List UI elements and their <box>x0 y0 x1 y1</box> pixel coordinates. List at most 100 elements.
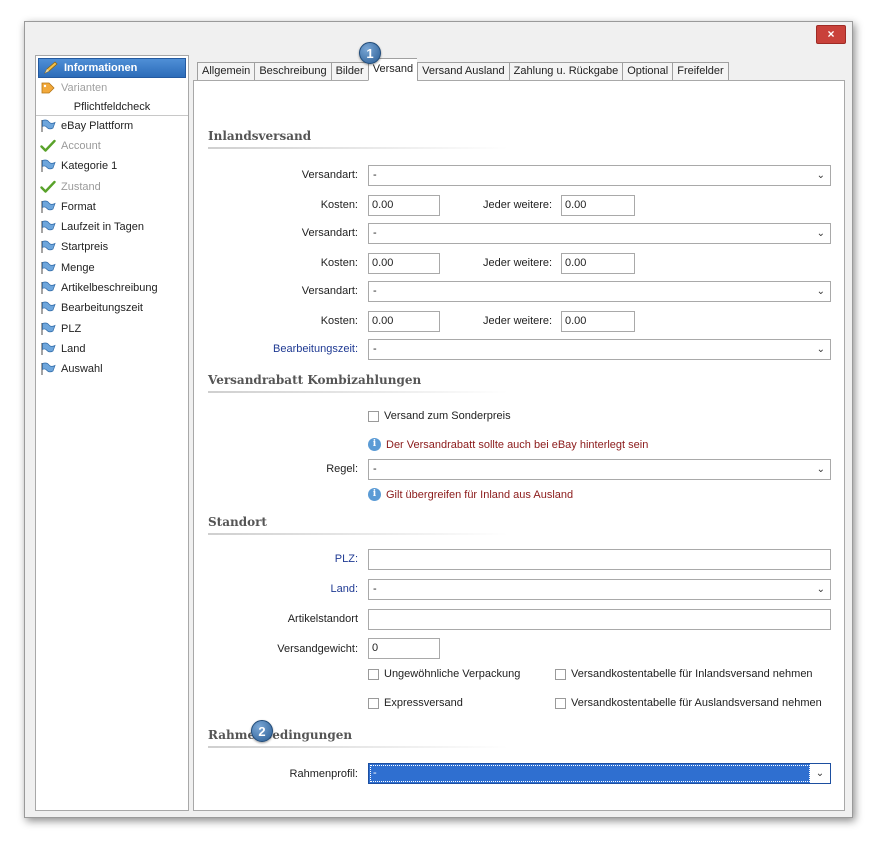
checkmark-icon <box>40 139 58 153</box>
pencil-icon <box>43 61 61 75</box>
jeder-weitere-label: Jeder weitere: <box>483 257 553 269</box>
land-select[interactable]: - ⌄ <box>368 579 831 600</box>
flag-icon <box>40 342 58 356</box>
checkmark-icon <box>40 180 58 194</box>
versandart-label: Versandart: <box>301 169 358 181</box>
required-field-list: eBay Plattform Account Kategorie 1 Zustand F… <box>36 116 188 380</box>
section-divider <box>208 746 508 748</box>
versandgewicht-input[interactable]: 0 <box>368 638 440 659</box>
land-label: Land: <box>330 583 358 595</box>
flag-icon <box>40 301 58 315</box>
sidebar-check-item[interactable]: Artikelbeschreibung <box>36 278 188 298</box>
tab-versand-ausland[interactable]: Versand Ausland <box>417 62 509 81</box>
rahmenprofil-select[interactable]: - ⌄ <box>368 763 831 784</box>
sidebar-item-label: Menge <box>61 261 95 274</box>
chevron-down-icon: ⌄ <box>816 286 825 297</box>
kosten-label: Kosten: <box>320 315 358 327</box>
sidebar-item-varianten[interactable]: Varianten <box>36 78 188 99</box>
checkbox-box[interactable] <box>368 410 379 422</box>
kosten-label: Kosten: <box>320 257 358 269</box>
regel-select[interactable]: - ⌄ <box>368 459 831 480</box>
auslandstabelle-checkbox[interactable]: Versandkostentabelle für Auslandsversand… <box>555 697 822 709</box>
sonderpreis-checkbox[interactable]: Versand zum Sonderpreis <box>368 410 511 422</box>
dialog-window: × Informationen Varianten Pflichtfeldche… <box>24 21 853 818</box>
sidebar-item-label: Account <box>61 139 101 152</box>
versandart-label: Versandart: <box>301 285 358 297</box>
jeder-weitere-input-2[interactable]: 0.00 <box>561 253 635 274</box>
expressversand-checkbox[interactable]: Expressversand <box>368 697 463 709</box>
checkbox-box[interactable] <box>368 697 379 709</box>
sidebar-item-label: Bearbeitungszeit <box>61 302 143 315</box>
versandart-select-3[interactable]: - ⌄ <box>368 281 831 302</box>
tab-freifelder[interactable]: Freifelder <box>672 62 729 81</box>
close-button[interactable]: × <box>816 25 846 44</box>
plz-label: PLZ: <box>334 553 358 565</box>
section-title-standort: Standort <box>208 515 267 529</box>
section-title-rahmenbedingungen: Rahmenbedingungen <box>208 728 353 742</box>
sidebar-item-label: Kategorie 1 <box>61 160 118 173</box>
sidebar-check-item[interactable]: Format <box>36 197 188 217</box>
chevron-down-icon: ⌄ <box>816 344 825 355</box>
sidebar-item-label: Informationen <box>64 62 138 74</box>
sidebar-item-label: eBay Plattform <box>61 119 134 132</box>
chevron-down-icon: ⌄ <box>816 464 825 475</box>
section-divider <box>208 533 508 535</box>
versandart-label: Versandart: <box>301 227 358 239</box>
tab-panel-versand: Inlandsversand Versandart: - ⌄ Kosten: 0.… <box>193 80 845 811</box>
sidebar-check-item[interactable]: Menge <box>36 258 188 278</box>
sidebar-check-item[interactable]: eBay Plattform <box>36 116 188 136</box>
tab-bilder[interactable]: Bilder <box>330 62 368 81</box>
sidebar-check-item[interactable]: Kategorie 1 <box>36 156 188 176</box>
sidebar-header-pflichtfeldcheck: Pflichtfeldcheck <box>36 98 188 116</box>
tab-beschreibung[interactable]: Beschreibung <box>254 62 331 81</box>
checkbox-box[interactable] <box>555 668 566 680</box>
sidebar-check-item[interactable]: Bearbeitungszeit <box>36 298 188 318</box>
sidebar-item-label: Auswahl <box>61 363 103 376</box>
artikelstandort-input[interactable] <box>368 609 831 630</box>
inlandstabelle-checkbox[interactable]: Versandkostentabelle für Inlandsversand … <box>555 668 813 680</box>
ungewoehnliche-verpackung-checkbox[interactable]: Ungewöhnliche Verpackung <box>368 668 520 680</box>
bearbeitungszeit-select[interactable]: - ⌄ <box>368 339 831 360</box>
checkbox-box[interactable] <box>555 697 566 709</box>
flag-icon <box>40 261 58 275</box>
kosten-input-2[interactable]: 0.00 <box>368 253 440 274</box>
sidebar-check-item[interactable]: Land <box>36 339 188 359</box>
section-title-versandrabatt: Versandrabatt Kombizahlungen <box>208 373 422 387</box>
kosten-input-1[interactable]: 0.00 <box>368 195 440 216</box>
kosten-label: Kosten: <box>320 199 358 211</box>
flag-icon <box>40 159 58 173</box>
rahmenprofil-label: Rahmenprofil: <box>289 768 358 780</box>
sidebar-item-informationen[interactable]: Informationen <box>38 58 186 78</box>
tab-allgemein[interactable]: Allgemein <box>197 62 255 81</box>
tab-bar: Allgemein Beschreibung Bilder Versand Versan… <box>197 58 729 81</box>
sidebar-check-item[interactable]: Startpreis <box>36 237 188 257</box>
info-icon: i <box>368 488 381 501</box>
versandgewicht-label: Versandgewicht: <box>277 643 358 655</box>
sidebar-check-item[interactable]: Zustand <box>36 176 188 196</box>
versandart-select-2[interactable]: - ⌄ <box>368 223 831 244</box>
flag-icon <box>40 220 58 234</box>
sidebar-check-item[interactable]: Laufzeit in Tagen <box>36 217 188 237</box>
tab-zahlung-u-r-ckgabe[interactable]: Zahlung u. Rückgabe <box>508 62 623 81</box>
sidebar-check-item[interactable]: PLZ <box>36 318 188 338</box>
jeder-weitere-input-1[interactable]: 0.00 <box>561 195 635 216</box>
section-divider <box>208 391 508 393</box>
sidebar-item-label: Artikelbeschreibung <box>61 282 158 295</box>
versandrabatt-info: i Der Versandrabatt sollte auch bei eBay … <box>368 438 648 451</box>
sidebar-check-item[interactable]: Auswahl <box>36 359 188 379</box>
tab-optional[interactable]: Optional <box>622 62 673 81</box>
versandart-select-1[interactable]: - ⌄ <box>368 165 831 186</box>
chevron-down-icon: ⌄ <box>816 228 825 239</box>
jeder-weitere-label: Jeder weitere: <box>483 199 553 211</box>
kosten-input-3[interactable]: 0.00 <box>368 311 440 332</box>
flag-icon <box>40 362 58 376</box>
flag-icon <box>40 200 58 214</box>
section-title-inlandsversand: Inlandsversand <box>208 129 312 143</box>
plz-input[interactable] <box>368 549 831 570</box>
bearbeitungszeit-label: Bearbeitungszeit: <box>273 343 358 355</box>
jeder-weitere-input-3[interactable]: 0.00 <box>561 311 635 332</box>
info-icon: i <box>368 438 381 451</box>
checkbox-box[interactable] <box>368 668 379 680</box>
sidebar-check-item[interactable]: Account <box>36 136 188 156</box>
flag-icon <box>40 119 58 133</box>
